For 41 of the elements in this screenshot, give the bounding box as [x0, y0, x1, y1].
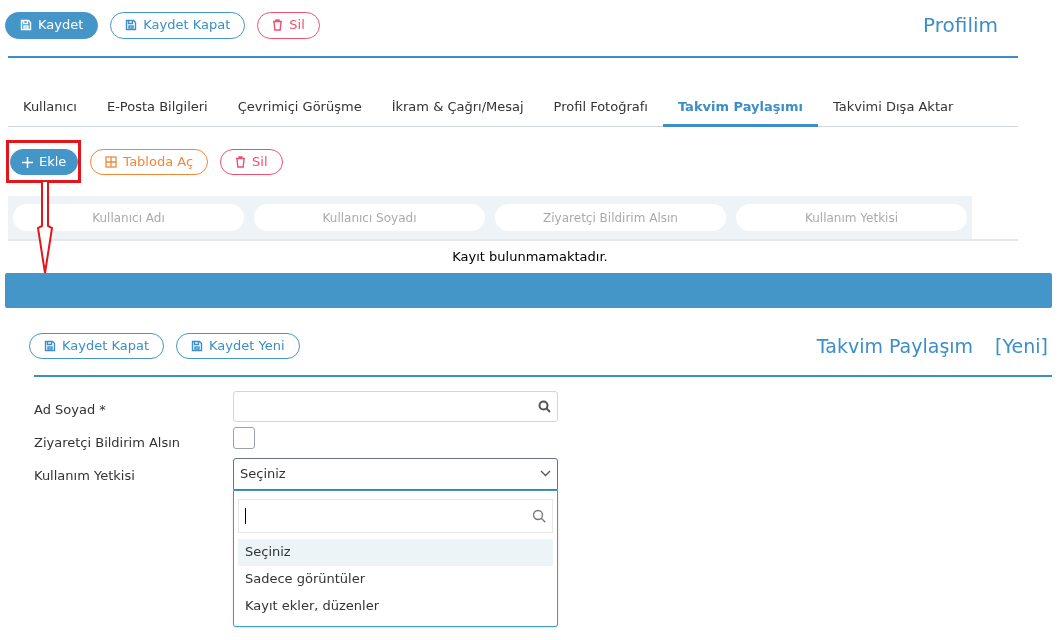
column-header: Kullanım Yetkisi: [736, 204, 967, 231]
save-button[interactable]: Kaydet Kapat: [29, 333, 164, 359]
dropdown-option[interactable]: Kayıt ekler, düzenler: [238, 592, 553, 620]
page-title: Profilim: [923, 12, 998, 39]
save-icon: [125, 19, 138, 31]
trash-icon: [272, 19, 284, 31]
field-label: Ziyaretçi Bildirim Alsın: [34, 434, 182, 452]
dropdown-option[interactable]: Sadece görüntüler: [238, 565, 553, 593]
save-icon: [191, 340, 203, 352]
search-icon: [532, 508, 546, 523]
search-field[interactable]: [233, 391, 558, 422]
form-title: Takvim Paylaşım: [816, 333, 974, 359]
save-icon: [44, 340, 56, 352]
column-header: Kullanıcı Soyadı: [254, 204, 485, 231]
empty-message: Kayıt bulunmamaktadır.: [452, 248, 608, 267]
column-header: Kullanıcı Adı: [13, 204, 244, 231]
field-label: Kullanım Yetkisi: [34, 466, 136, 485]
tab[interactable]: Profil Fotoğrafı: [538, 90, 663, 127]
tab[interactable]: Takvim Paylaşımı: [662, 90, 818, 127]
form-status: [Yeni]: [995, 333, 1048, 359]
tab[interactable]: İkram & Çağrı/Mesaj: [376, 90, 539, 127]
trash-icon: [235, 156, 247, 168]
select-field[interactable]: Seçiniz: [233, 457, 558, 490]
field-label: Ad Soyad *: [34, 401, 107, 419]
save-button[interactable]: Kaydet Kapat: [110, 11, 246, 39]
tab[interactable]: Kullanıcı: [8, 90, 92, 127]
tab[interactable]: Takvimi Dışa Aktar: [818, 90, 969, 127]
checkbox[interactable]: [233, 427, 255, 449]
tab[interactable]: Çevrimiçi Görüşme: [222, 90, 377, 127]
save-button[interactable]: Kaydet Yeni: [176, 333, 300, 359]
dropdown-option[interactable]: Seçiniz: [238, 538, 553, 566]
chevron-icon: [540, 470, 551, 477]
delete-button[interactable]: Sil: [257, 11, 320, 39]
column-header: Ziyaretçi Bildirim Alsın: [495, 204, 726, 231]
search-icon: [538, 400, 551, 413]
dropdown-search-field[interactable]: [238, 498, 553, 533]
grid-icon: [105, 156, 118, 168]
tab[interactable]: E-Posta Bilgileri: [91, 90, 223, 127]
delete-button[interactable]: Sil: [220, 149, 283, 175]
plus-icon: [22, 156, 33, 168]
save-icon: [20, 19, 32, 31]
